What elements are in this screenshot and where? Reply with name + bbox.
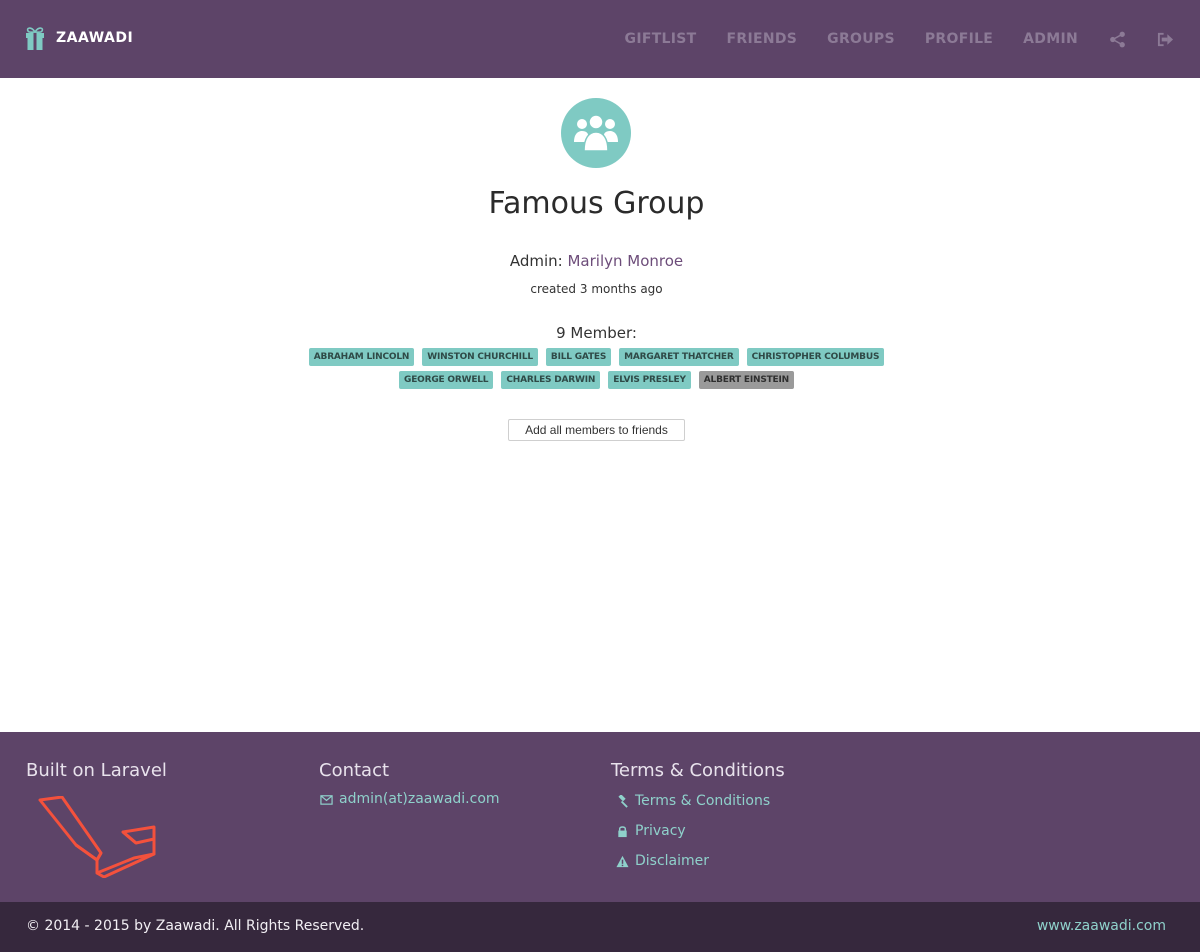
- member-tag[interactable]: MARGARET THATCHER: [619, 348, 739, 366]
- member-tag[interactable]: BILL GATES: [545, 348, 612, 366]
- disclaimer-label: Disclaimer: [635, 853, 710, 869]
- envelope-icon: [319, 792, 333, 806]
- member-tags-row-1: ABRAHAM LINCOLN WINSTON CHURCHILL BILL G…: [0, 348, 1193, 366]
- footer-contact: Contact admin(at)zaawadi.com: [319, 760, 500, 807]
- terms-label: Terms & Conditions: [635, 793, 771, 809]
- group-title: Famous Group: [488, 186, 705, 221]
- brand[interactable]: ZAAWADI: [24, 24, 133, 52]
- disclaimer-link[interactable]: Disclaimer: [611, 846, 785, 876]
- gift-icon: [26, 27, 44, 50]
- member-tag[interactable]: WINSTON CHURCHILL: [422, 348, 538, 366]
- logout-icon: [1157, 32, 1173, 46]
- nav-friends[interactable]: FRIENDS: [727, 31, 798, 47]
- site-link[interactable]: www.zaawadi.com: [1037, 918, 1166, 934]
- group-admin: Admin: Marilyn Monroe: [0, 252, 1193, 270]
- copyright: © 2014 - 2015 by Zaawadi. All Rights Res…: [26, 918, 365, 934]
- members-count: 9 Member:: [556, 324, 637, 342]
- share-icon: [1109, 31, 1125, 47]
- brand-name: ZAAWADI: [56, 30, 134, 46]
- nav-giftlist[interactable]: GIFTLIST: [625, 31, 697, 47]
- group-page: Famous Group Admin: Marilyn Monroe creat…: [0, 78, 1200, 732]
- navbar: ZAAWADI GIFTLIST FRIENDS GROUPS PROFILE …: [0, 0, 1200, 78]
- footer-terms: Terms & Conditions Terms & Conditions Pr…: [611, 760, 785, 876]
- member-tag[interactable]: ALBERT EINSTEIN: [698, 371, 794, 389]
- member-tag[interactable]: CHRISTOPHER COLUMBUS: [746, 348, 885, 366]
- contact-email-link[interactable]: admin(at)zaawadi.com: [319, 791, 500, 807]
- footer-built-on: Built on Laravel: [26, 760, 167, 781]
- users-icon: [574, 114, 618, 152]
- lock-icon: [615, 824, 629, 838]
- footer-built-title: Built on Laravel: [26, 760, 167, 781]
- member-tag[interactable]: ELVIS PRESLEY: [608, 371, 691, 389]
- footer-terms-title: Terms & Conditions: [611, 760, 785, 781]
- member-tag[interactable]: CHARLES DARWIN: [501, 371, 601, 389]
- nav-admin[interactable]: ADMIN: [1023, 31, 1078, 47]
- logout-button[interactable]: [1156, 30, 1174, 48]
- admin-label: Admin:: [509, 252, 563, 270]
- footer: Built on Laravel Contact admin(at)zaawad…: [0, 732, 1200, 902]
- member-tags-row-2: GEORGE ORWELL CHARLES DARWIN ELVIS PRESL…: [0, 371, 1193, 389]
- privacy-label: Privacy: [635, 823, 686, 839]
- laravel-logo: [38, 796, 156, 878]
- group-avatar: [561, 98, 631, 168]
- member-tag[interactable]: GEORGE ORWELL: [399, 371, 494, 389]
- privacy-link[interactable]: Privacy: [611, 816, 785, 846]
- nav-groups[interactable]: GROUPS: [827, 31, 895, 47]
- footer-contact-title: Contact: [319, 760, 390, 781]
- contact-email: admin(at)zaawadi.com: [339, 791, 500, 807]
- warning-icon: [615, 854, 629, 868]
- gavel-icon: [615, 794, 629, 808]
- share-button[interactable]: [1108, 30, 1126, 48]
- admin-name-link[interactable]: Marilyn Monroe: [567, 252, 683, 270]
- add-all-members-button[interactable]: Add all members to friends: [508, 419, 685, 441]
- created-date: created 3 months ago: [530, 282, 663, 296]
- member-tag[interactable]: ABRAHAM LINCOLN: [308, 348, 415, 366]
- main-nav: GIFTLIST FRIENDS GROUPS PROFILE ADMIN: [595, 0, 1174, 78]
- nav-profile[interactable]: PROFILE: [925, 31, 993, 47]
- terms-link[interactable]: Terms & Conditions: [611, 786, 785, 816]
- bottom-bar: © 2014 - 2015 by Zaawadi. All Rights Res…: [0, 902, 1200, 952]
